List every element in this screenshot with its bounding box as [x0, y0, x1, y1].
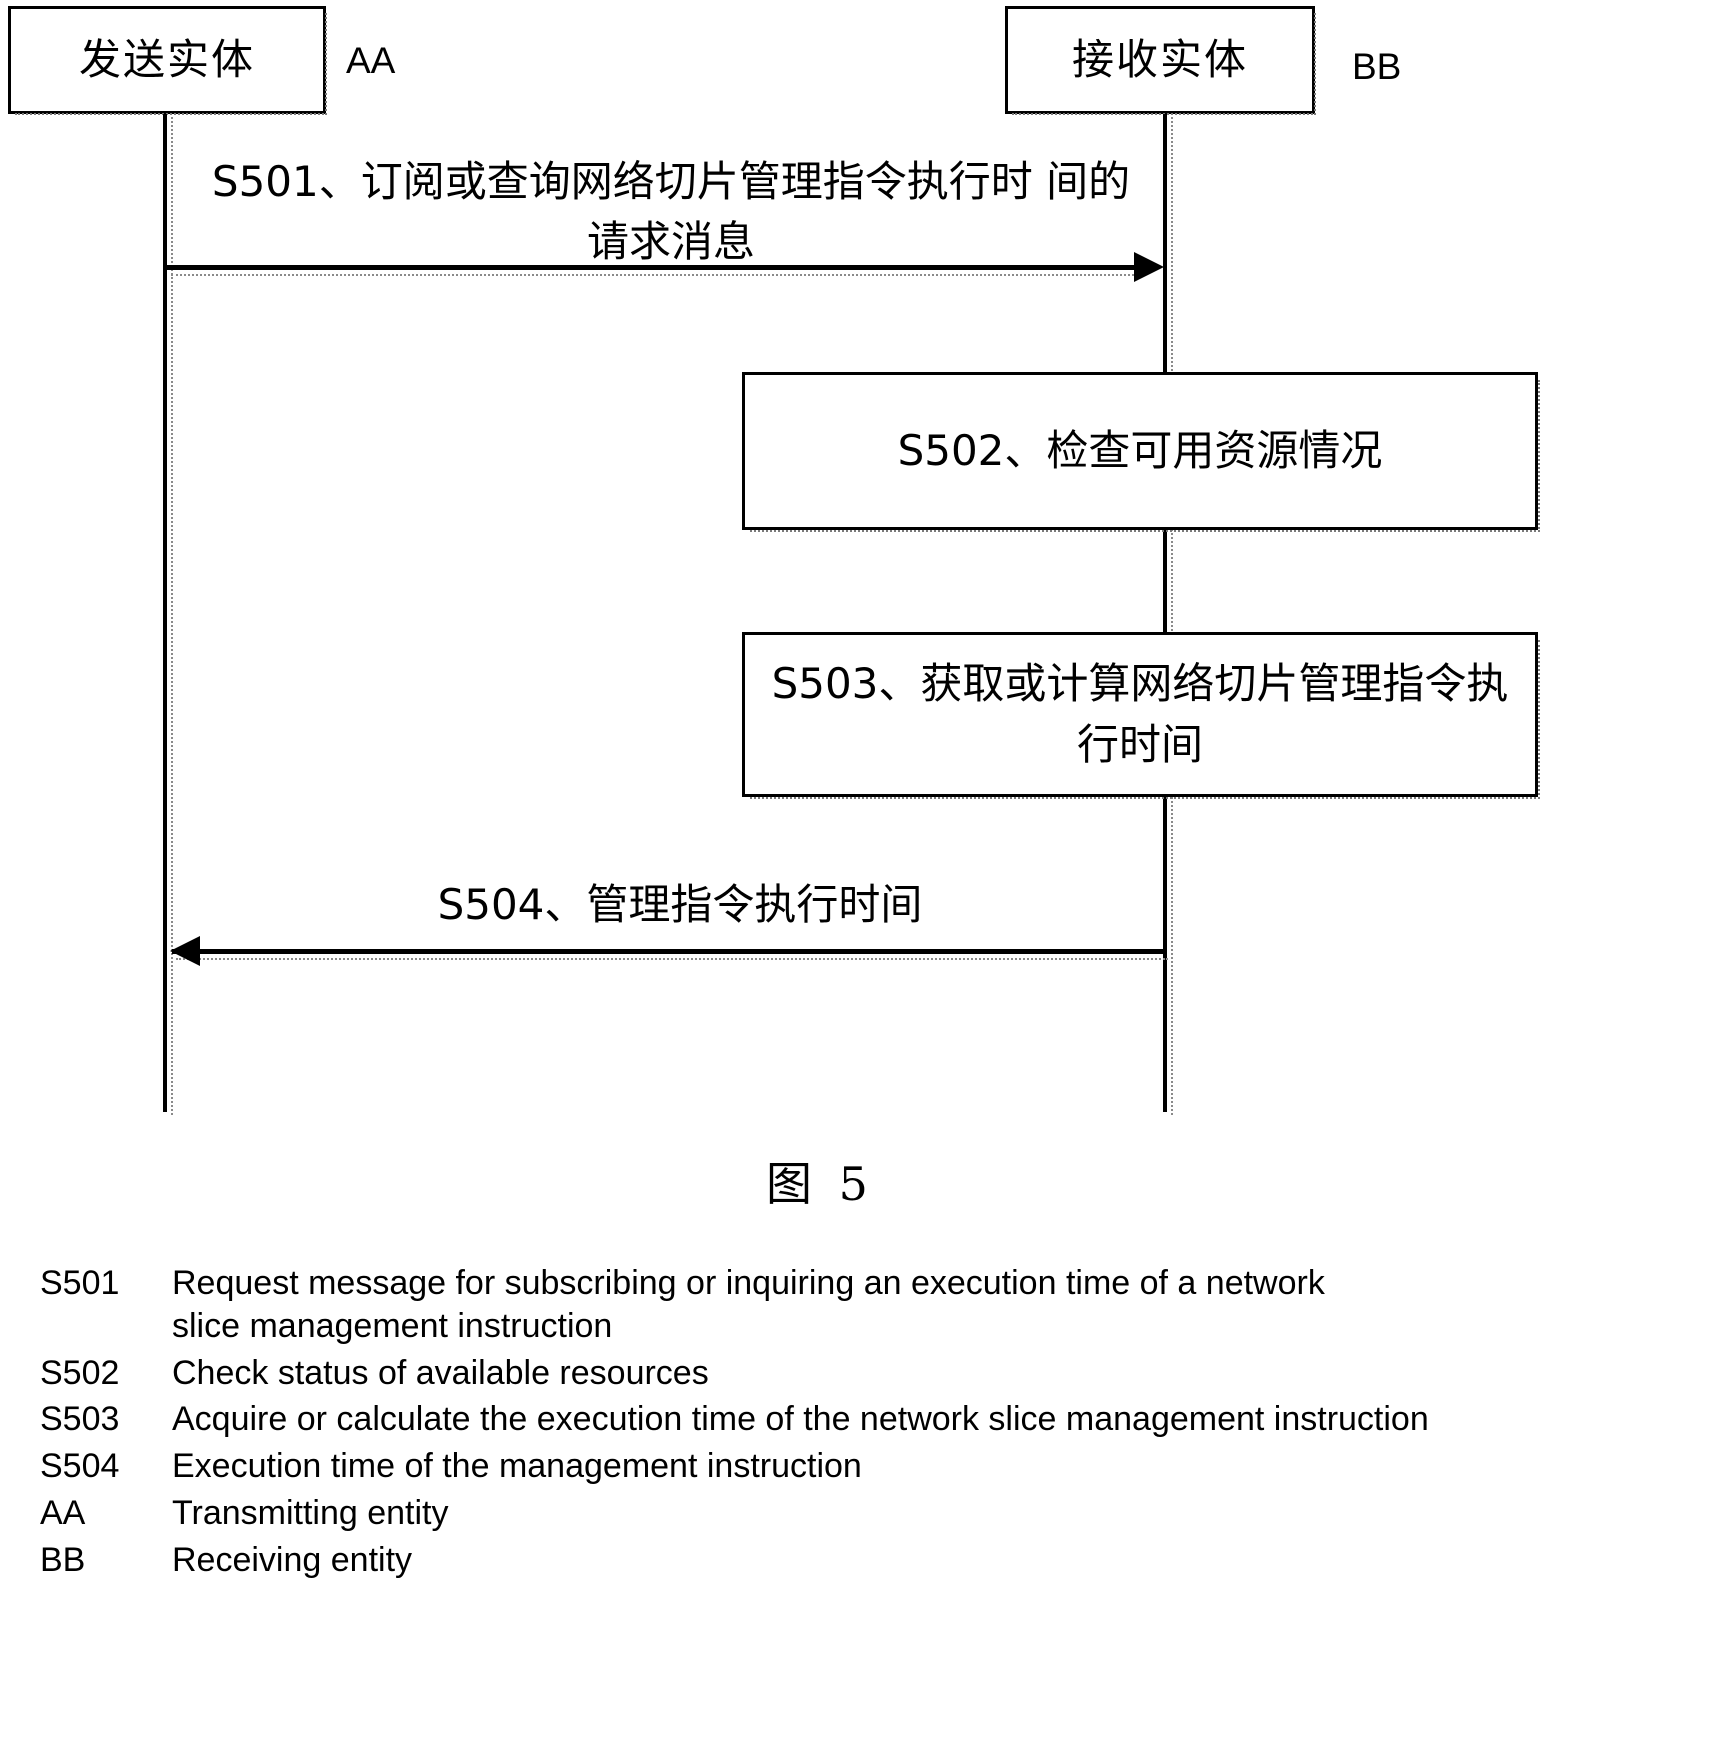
legend-row: S504 Execution time of the management in… — [40, 1445, 1690, 1488]
legend-description: Execution time of the management instruc… — [172, 1447, 862, 1486]
arrowhead-left-icon-s504 — [170, 936, 200, 966]
legend-row: BB Receiving entity — [40, 1539, 1690, 1582]
figure-caption: 图 5 — [766, 1157, 874, 1211]
action-label-s503: S503、获取或计算网络切片管理指令执 行时间 — [771, 658, 1509, 769]
lifeline-transmitting-entity — [163, 114, 173, 1115]
legend-description: Receiving entity — [172, 1540, 413, 1579]
message-label-s501: S501、订阅或查询网络切片管理指令执行时 间的请求消息 — [211, 157, 1131, 266]
legend-row: S502 Check status of available resources — [40, 1352, 1690, 1395]
legend-key: S501 — [40, 1264, 120, 1302]
legend-row: S503 Acquire or calculate the execution … — [40, 1398, 1690, 1441]
legend-row: S501 Request message for subscribing or … — [40, 1262, 1690, 1348]
legend-description: Check status of available resources — [172, 1353, 709, 1392]
legend-list: S501 Request message for subscribing or … — [40, 1262, 1690, 1586]
action-box-s502: S502、检查可用资源情况 — [742, 372, 1540, 532]
participant-box-transmitting-entity: 发送实体 — [8, 6, 327, 115]
action-box-s503: S503、获取或计算网络切片管理指令执 行时间 — [742, 632, 1540, 799]
legend-row: AA Transmitting entity — [40, 1492, 1690, 1535]
legend-key: BB — [40, 1540, 86, 1579]
participant-box-receiving-entity: 接收实体 — [1005, 6, 1316, 115]
legend-key: AA — [40, 1494, 86, 1533]
legend-description: Transmitting entity — [172, 1494, 449, 1533]
message-arrow-s501 — [167, 265, 1146, 276]
participant-label-bb: 接收实体 — [1071, 35, 1248, 84]
action-label-s502: S502、检查可用资源情况 — [897, 425, 1383, 475]
message-arrow-s504 — [172, 949, 1168, 960]
legend-key: S503 — [40, 1400, 120, 1439]
participant-label-aa: 发送实体 — [78, 35, 255, 84]
participant-tag-bb: BB — [1352, 46, 1402, 87]
legend-key: S502 — [40, 1353, 120, 1392]
legend-description: Request message for subscribing or inqui… — [172, 1264, 1325, 1345]
legend-key: S504 — [40, 1447, 120, 1486]
message-label-s504: S504、管理指令执行时间 — [437, 880, 923, 929]
arrowhead-right-icon-s501 — [1134, 252, 1164, 282]
participant-tag-aa: AA — [346, 40, 396, 81]
sequence-diagram: 发送实体 AA 接收实体 BB S501、订阅或查询网络切片管理指令执行时 间的… — [0, 0, 1730, 1200]
legend-description: Acquire or calculate the execution time … — [172, 1400, 1429, 1439]
